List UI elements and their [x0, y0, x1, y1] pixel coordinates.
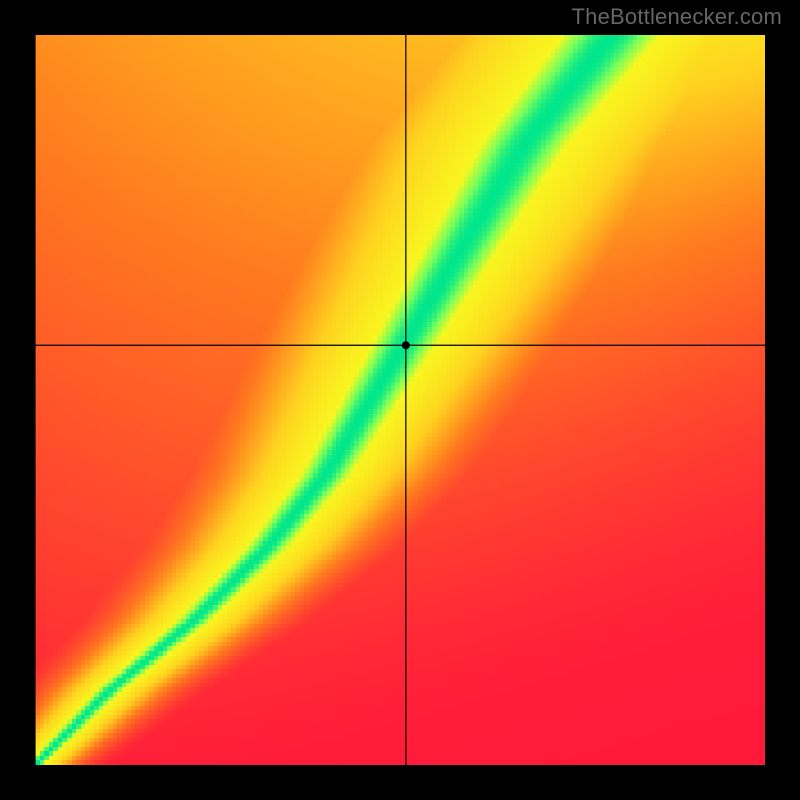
- heatmap-plot: [35, 35, 765, 765]
- heatmap-canvas: [35, 35, 765, 765]
- attribution-label: TheBottlenecker.com: [572, 4, 782, 30]
